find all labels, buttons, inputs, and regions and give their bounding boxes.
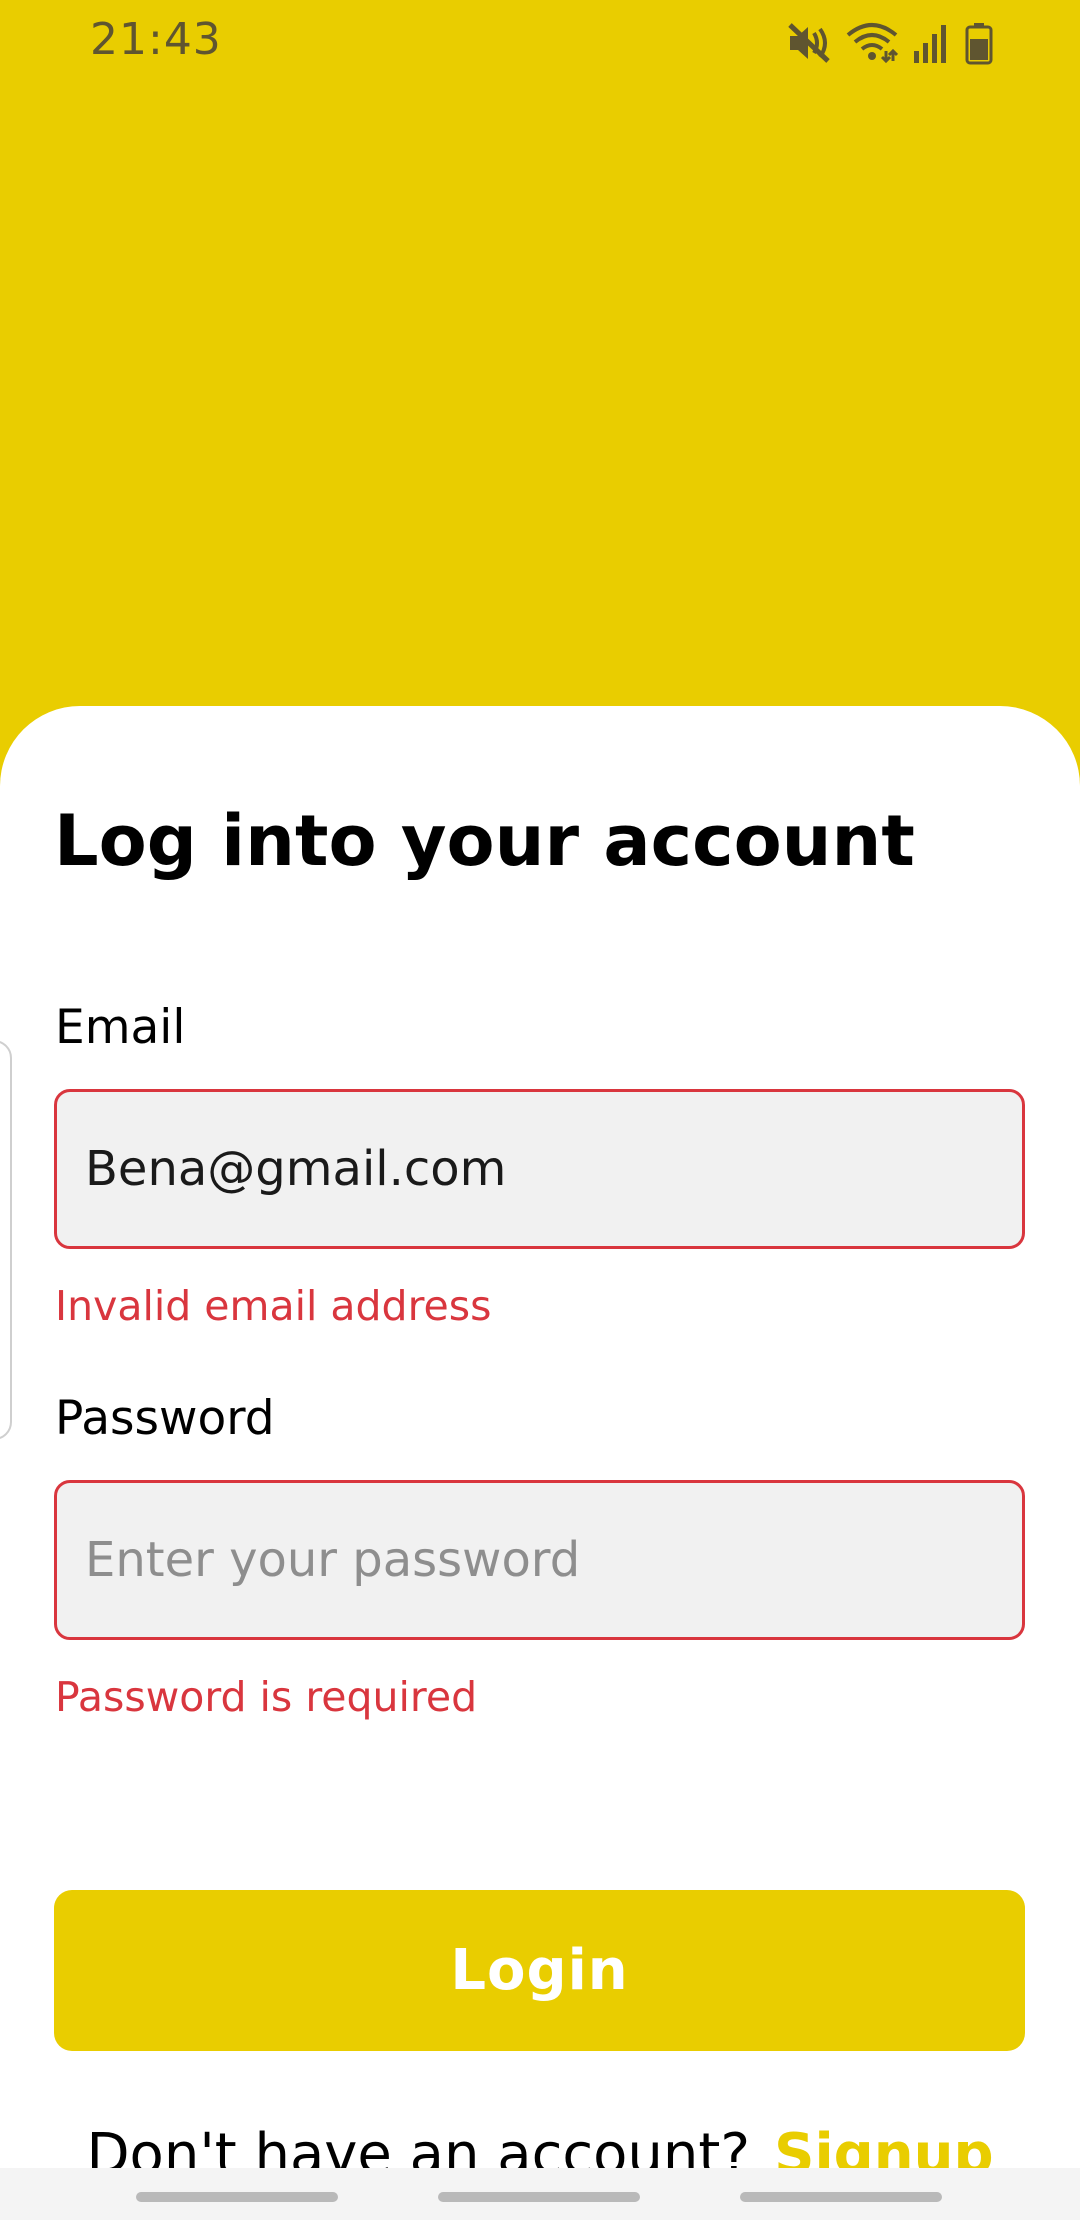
status-icons <box>786 18 994 68</box>
mute-icon <box>786 21 832 65</box>
email-value: Bena@gmail.com <box>85 1141 507 1197</box>
signal-icon <box>912 21 950 65</box>
login-button[interactable]: Login <box>54 1890 1025 2051</box>
status-bar: 21:43 <box>0 0 1080 86</box>
battery-icon <box>964 21 994 65</box>
email-field[interactable]: Bena@gmail.com <box>54 1089 1025 1249</box>
email-error: Invalid email address <box>55 1282 492 1330</box>
nav-back-button[interactable] <box>740 2192 942 2202</box>
password-field[interactable]: Enter your password <box>54 1480 1025 1640</box>
side-panel-handle[interactable] <box>0 1040 12 1440</box>
navigation-bar <box>0 2168 1080 2220</box>
password-label: Password <box>55 1391 275 1446</box>
password-error: Password is required <box>55 1673 478 1721</box>
page-title: Log into your account <box>54 800 915 882</box>
status-time: 21:43 <box>90 14 222 65</box>
password-placeholder: Enter your password <box>85 1532 581 1588</box>
email-label: Email <box>55 1000 186 1055</box>
nav-home-button[interactable] <box>438 2192 640 2202</box>
nav-recents-button[interactable] <box>136 2192 338 2202</box>
wifi-icon <box>846 21 898 65</box>
